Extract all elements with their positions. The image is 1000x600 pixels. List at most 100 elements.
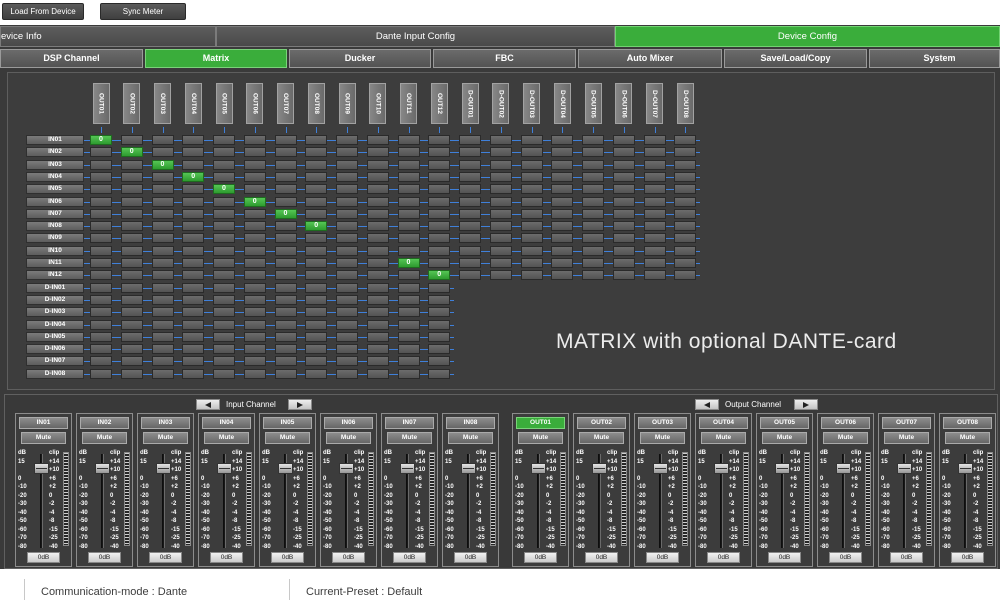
matrix-route-cell[interactable] <box>182 331 205 342</box>
matrix-route-cell[interactable] <box>90 331 112 342</box>
matrix-route-cell[interactable] <box>90 159 112 170</box>
matrix-route-cell[interactable] <box>120 356 143 367</box>
input-channel-name-button[interactable]: IN07 <box>385 417 434 429</box>
matrix-route-cell[interactable] <box>428 319 451 330</box>
matrix-route-cell[interactable] <box>397 196 420 207</box>
fader-knob[interactable] <box>592 463 607 474</box>
matrix-route-cell[interactable] <box>151 196 174 207</box>
matrix-route-cell[interactable] <box>612 270 635 281</box>
matrix-route-cell[interactable] <box>551 135 574 145</box>
matrix-route-cell[interactable] <box>336 307 358 318</box>
matrix-route-cell[interactable] <box>305 307 328 318</box>
matrix-route-cell[interactable] <box>274 258 297 268</box>
fader-knob[interactable] <box>461 463 476 474</box>
input-channel-name-button[interactable]: IN02 <box>80 417 129 429</box>
matrix-route-cell[interactable] <box>582 135 604 145</box>
matrix-route-cell[interactable] <box>90 171 112 182</box>
matrix-route-cell[interactable] <box>459 184 481 195</box>
matrix-route-cell[interactable] <box>551 159 574 170</box>
matrix-route-cell[interactable] <box>643 221 666 232</box>
matrix-route-cell[interactable] <box>151 282 174 293</box>
matrix-route-cell[interactable] <box>459 270 481 281</box>
mute-button[interactable]: Mute <box>82 432 127 444</box>
matrix-route-cell[interactable] <box>459 208 481 219</box>
input-channel-name-button[interactable]: IN08 <box>446 417 495 429</box>
matrix-route-cell[interactable] <box>274 221 297 232</box>
matrix-route-cell[interactable] <box>182 356 205 367</box>
matrix-route-cell[interactable] <box>428 356 451 367</box>
matrix-route-cell[interactable] <box>151 135 174 145</box>
fader-knob[interactable] <box>531 463 546 474</box>
matrix-route-cell[interactable] <box>151 184 174 195</box>
matrix-route-cell[interactable] <box>151 356 174 367</box>
matrix-route-cell[interactable] <box>520 258 543 268</box>
matrix-route-cell[interactable] <box>274 245 297 256</box>
sync-meter-button[interactable]: Sync Meter <box>100 3 186 20</box>
fader-knob[interactable] <box>278 463 293 474</box>
subtab-system[interactable]: System <box>869 49 1000 68</box>
subtab-dsp-channel[interactable]: DSP Channel <box>0 49 143 68</box>
matrix-route-cell[interactable] <box>397 245 420 256</box>
matrix-route-cell[interactable] <box>305 196 328 207</box>
matrix-route-cell[interactable] <box>366 282 389 293</box>
matrix-route-cell[interactable] <box>643 270 666 281</box>
input-channel-name-button[interactable]: IN01 <box>19 417 68 429</box>
matrix-route-cell[interactable] <box>120 258 143 268</box>
matrix-route-cell-active[interactable]: 0 <box>213 184 235 195</box>
mute-button[interactable]: Mute <box>701 432 746 444</box>
load-from-device-button[interactable]: Load From Device <box>2 3 84 20</box>
matrix-route-cell[interactable] <box>243 294 266 305</box>
matrix-route-cell[interactable] <box>305 294 328 305</box>
matrix-route-cell[interactable] <box>674 159 697 170</box>
matrix-route-cell[interactable] <box>151 208 174 219</box>
matrix-route-cell[interactable] <box>305 344 328 355</box>
matrix-route-cell[interactable] <box>643 258 666 268</box>
matrix-route-cell[interactable] <box>274 233 297 244</box>
matrix-route-cell[interactable] <box>397 331 420 342</box>
matrix-route-cell[interactable] <box>397 221 420 232</box>
matrix-route-cell[interactable] <box>90 245 112 256</box>
matrix-route-cell[interactable] <box>182 319 205 330</box>
mute-button[interactable]: Mute <box>326 432 371 444</box>
output-channel-name-button[interactable]: OUT02 <box>577 417 626 429</box>
fader-knob[interactable] <box>95 463 110 474</box>
matrix-route-cell[interactable] <box>582 208 604 219</box>
matrix-route-cell[interactable] <box>182 270 205 281</box>
gain-value-button[interactable]: 0dB <box>768 552 801 563</box>
matrix-route-cell[interactable] <box>213 270 235 281</box>
matrix-route-cell[interactable] <box>182 258 205 268</box>
matrix-route-cell[interactable] <box>336 331 358 342</box>
matrix-route-cell[interactable] <box>582 184 604 195</box>
matrix-route-cell[interactable] <box>520 135 543 145</box>
matrix-route-cell[interactable] <box>612 258 635 268</box>
matrix-route-cell[interactable] <box>366 344 389 355</box>
tab-dante-input-config[interactable]: Dante Input Config <box>216 26 615 47</box>
matrix-route-cell[interactable] <box>643 135 666 145</box>
matrix-route-cell[interactable] <box>120 245 143 256</box>
matrix-route-cell[interactable] <box>428 368 451 379</box>
gain-value-button[interactable]: 0dB <box>271 552 304 563</box>
gain-value-button[interactable]: 0dB <box>524 552 557 563</box>
matrix-route-cell[interactable] <box>336 171 358 182</box>
matrix-route-cell[interactable] <box>213 147 235 158</box>
matrix-route-cell[interactable] <box>612 184 635 195</box>
matrix-route-cell[interactable] <box>213 344 235 355</box>
matrix-route-cell[interactable] <box>428 208 451 219</box>
subtab-auto-mixer[interactable]: Auto Mixer <box>578 49 722 68</box>
matrix-route-cell[interactable] <box>274 282 297 293</box>
matrix-route-cell[interactable] <box>551 196 574 207</box>
input-channel-name-button[interactable]: IN03 <box>141 417 190 429</box>
matrix-route-cell[interactable] <box>182 233 205 244</box>
matrix-route-cell[interactable] <box>336 147 358 158</box>
gain-value-button[interactable]: 0dB <box>585 552 618 563</box>
matrix-route-cell[interactable] <box>397 270 420 281</box>
matrix-route-cell[interactable] <box>213 196 235 207</box>
matrix-route-cell[interactable] <box>428 331 451 342</box>
matrix-route-cell[interactable] <box>428 196 451 207</box>
matrix-route-cell[interactable] <box>397 208 420 219</box>
matrix-route-cell[interactable] <box>120 319 143 330</box>
matrix-route-cell[interactable] <box>243 282 266 293</box>
matrix-route-cell[interactable] <box>182 245 205 256</box>
matrix-route-cell[interactable] <box>151 245 174 256</box>
matrix-route-cell[interactable] <box>336 196 358 207</box>
